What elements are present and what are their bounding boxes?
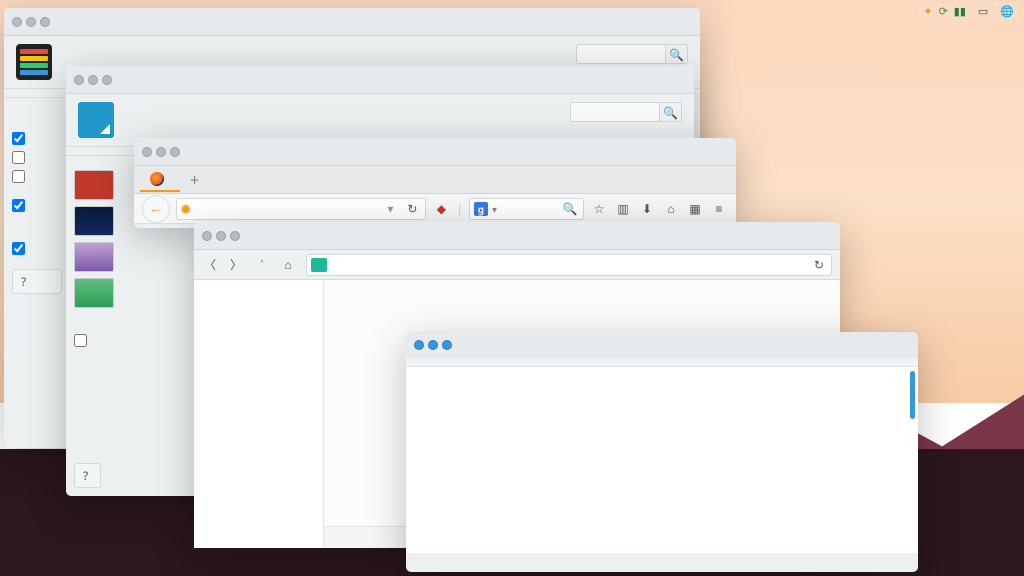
search-box: 🔍 (576, 44, 688, 64)
max-icon[interactable] (40, 17, 50, 27)
site-identity[interactable]: ◉ (181, 201, 194, 216)
sync-icon[interactable]: ⟳ (939, 4, 948, 19)
min-icon[interactable] (216, 231, 226, 241)
search-input[interactable] (576, 44, 666, 64)
menu-check-2[interactable] (12, 151, 25, 164)
help-button[interactable]: ? (12, 269, 62, 294)
chat-icon[interactable]: ▭ (978, 4, 988, 19)
desktop-icon (78, 102, 114, 138)
mousepad-window (406, 332, 918, 572)
appearance-icon (16, 44, 52, 80)
abp-icon[interactable]: ◆ (432, 200, 450, 217)
close-icon[interactable] (142, 147, 152, 157)
downloads-icon[interactable]: ⬇ (638, 200, 656, 217)
new-tab-button[interactable]: + (186, 169, 203, 191)
firefox-favicon-icon (150, 172, 164, 186)
change-check[interactable] (74, 334, 87, 347)
browser-tab[interactable] (140, 168, 180, 192)
min-icon[interactable] (156, 147, 166, 157)
places-heading (194, 288, 323, 296)
close-icon[interactable] (12, 17, 22, 27)
close-icon[interactable] (74, 75, 84, 85)
battery-icon[interactable]: ▮▮ (954, 4, 966, 19)
menu-check-1[interactable] (12, 132, 25, 145)
top-panel: ✦ ⟳ ▮▮ ▭ 🌐 (919, 2, 1018, 21)
event-check-1[interactable] (12, 199, 25, 212)
bookmark-star-icon[interactable]: ☆ (590, 200, 608, 217)
google-badge-icon[interactable]: g (474, 202, 488, 216)
help-button[interactable]: ? (74, 463, 101, 488)
min-icon[interactable] (428, 340, 438, 350)
titlebar[interactable] (4, 8, 700, 36)
nav-home-icon[interactable]: ⌂ (280, 256, 296, 273)
event-check-2[interactable] (12, 242, 25, 255)
library-icon[interactable]: ▥ (614, 200, 632, 217)
home-button[interactable]: ⌂ (662, 200, 680, 217)
search-input[interactable] (570, 102, 660, 122)
close-icon[interactable] (202, 231, 212, 241)
url-input[interactable] (198, 202, 378, 216)
search-button[interactable]: 🔍 (660, 102, 682, 122)
nav-up-icon[interactable]: ˄ (254, 256, 270, 273)
menubar (406, 358, 918, 367)
titlebar[interactable] (66, 66, 694, 94)
search-input[interactable] (501, 202, 557, 216)
search-go-icon[interactable]: 🔍 (561, 200, 579, 217)
menu-check-3[interactable] (12, 170, 25, 183)
max-icon[interactable] (442, 340, 452, 350)
globe-icon[interactable]: 🌐 (1000, 4, 1014, 19)
compass-icon[interactable]: ✦ (923, 4, 932, 19)
sidebar-icon[interactable]: ▦ (686, 200, 704, 217)
wallpaper-thumb[interactable] (74, 242, 114, 272)
back-button[interactable]: ← (142, 195, 170, 223)
reload-icon[interactable]: ↻ (811, 256, 827, 273)
search-button[interactable]: 🔍 (666, 44, 688, 64)
reload-button[interactable]: ↻ (403, 200, 421, 217)
nav-back-icon[interactable]: 〈 (202, 256, 218, 273)
min-icon[interactable] (88, 75, 98, 85)
code-content[interactable] (418, 367, 918, 553)
nav-forward-icon[interactable]: 〉 (228, 256, 244, 273)
wallpaper-thumb[interactable] (74, 278, 114, 308)
max-icon[interactable] (102, 75, 112, 85)
close-icon[interactable] (414, 340, 424, 350)
search-bar: g ▾ 🔍 (469, 198, 584, 220)
text-editor[interactable] (406, 367, 918, 553)
network-heading (194, 296, 323, 304)
firefox-window: + ← ◉ ▾ ↻ ◆ | g ▾ 🔍 ☆ ▥ ⬇ ⌂ ▦ ≡ (134, 138, 736, 228)
line-gutter (406, 367, 418, 553)
folder-icon (311, 258, 327, 272)
max-icon[interactable] (230, 231, 240, 241)
max-icon[interactable] (170, 147, 180, 157)
scrollbar-thumb[interactable] (910, 371, 915, 419)
hamburger-menu-icon[interactable]: ≡ (710, 200, 728, 217)
path-input[interactable] (331, 258, 807, 272)
wallpaper-thumb[interactable] (74, 206, 114, 236)
wallpaper-thumb[interactable] (74, 170, 114, 200)
places-sidebar (194, 280, 324, 548)
dropdown-icon[interactable]: ▾ (381, 200, 399, 217)
address-bar: ◉ ▾ ↻ (176, 198, 426, 220)
min-icon[interactable] (26, 17, 36, 27)
